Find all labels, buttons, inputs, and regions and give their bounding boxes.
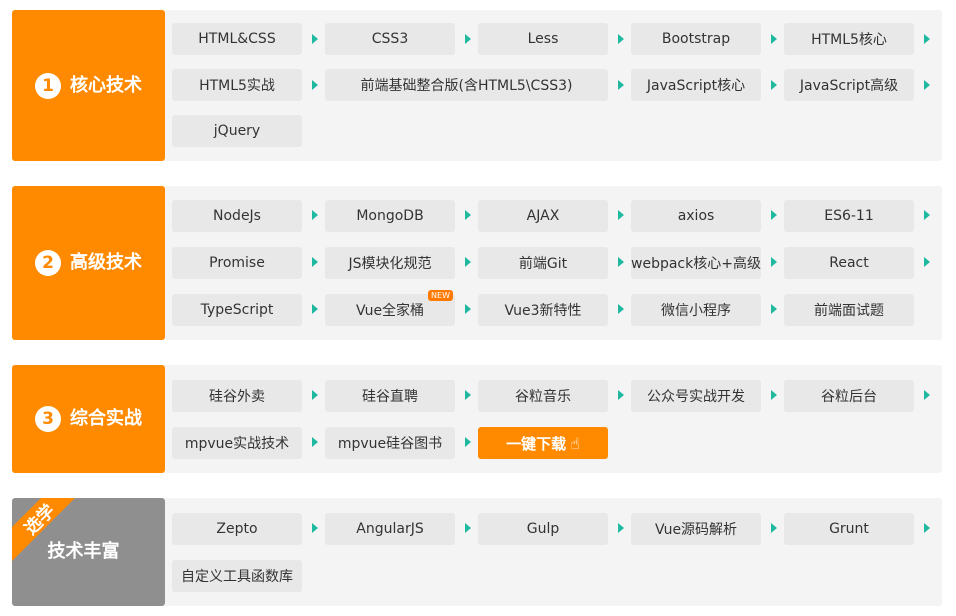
course-item[interactable]: webpack核心+高级 (631, 247, 761, 279)
triangle-right-icon (312, 257, 318, 267)
triangle-right-icon (771, 523, 777, 533)
triangle-right-icon (618, 523, 624, 533)
triangle-right-icon (771, 210, 777, 220)
triangle-right-icon (618, 34, 624, 44)
section-core: 1 核心技术 HTML&CSS CSS3 Less Bootstrap HTML… (12, 10, 942, 161)
course-item[interactable]: 微信小程序 (631, 294, 761, 326)
triangle-right-icon (312, 80, 318, 90)
section-number-badge: 3 (35, 406, 61, 432)
triangle-right-icon (312, 34, 318, 44)
triangle-right-icon (618, 257, 624, 267)
section-title: 核心技术 (70, 74, 142, 96)
course-item[interactable]: HTML&CSS (172, 23, 302, 55)
course-item[interactable]: Less (478, 23, 608, 55)
course-item[interactable]: React (784, 247, 914, 279)
triangle-right-icon (924, 210, 930, 220)
section-number-badge: 2 (35, 250, 61, 276)
course-item[interactable]: JavaScript核心 (631, 69, 761, 101)
course-item[interactable]: 前端面试题 (784, 294, 914, 326)
course-item[interactable]: axios (631, 200, 761, 232)
course-item[interactable]: TypeScript (172, 294, 302, 326)
course-item[interactable]: Zepto (172, 513, 302, 545)
triangle-right-icon (465, 390, 471, 400)
triangle-right-icon (618, 80, 624, 90)
course-item[interactable]: HTML5核心 (784, 23, 914, 55)
course-item[interactable]: 硅谷直聘 (325, 380, 455, 412)
triangle-right-icon (312, 390, 318, 400)
course-item[interactable]: Promise (172, 247, 302, 279)
triangle-right-icon (465, 523, 471, 533)
section-advanced-label: 2 高级技术 (12, 186, 165, 340)
triangle-right-icon (465, 257, 471, 267)
triangle-right-icon (465, 437, 471, 447)
section-title: 综合实战 (70, 408, 142, 429)
triangle-right-icon (465, 34, 471, 44)
course-item[interactable]: JS模块化规范 (325, 247, 455, 279)
triangle-right-icon (771, 34, 777, 44)
triangle-right-icon (771, 80, 777, 90)
download-button[interactable]: 一键下载 ☝ (478, 427, 608, 459)
course-item[interactable]: Bootstrap (631, 23, 761, 55)
course-item[interactable]: Gulp (478, 513, 608, 545)
course-item[interactable]: AJAX (478, 200, 608, 232)
course-item[interactable]: Vue3新特性 (478, 294, 608, 326)
course-item[interactable]: CSS3 (325, 23, 455, 55)
triangle-right-icon (312, 210, 318, 220)
triangle-right-icon (618, 304, 624, 314)
triangle-right-icon (771, 304, 777, 314)
course-item[interactable]: mpvue实战技术 (172, 427, 302, 459)
new-badge: NEW (428, 290, 453, 301)
course-item[interactable]: 公众号实战开发 (631, 380, 761, 412)
section-practice-label: 3 综合实战 (12, 365, 165, 473)
triangle-right-icon (924, 80, 930, 90)
triangle-right-icon (312, 304, 318, 314)
course-item[interactable]: AngularJS (325, 513, 455, 545)
course-item[interactable]: NodeJs (172, 200, 302, 232)
triangle-right-icon (618, 390, 624, 400)
course-item[interactable]: 谷粒后台 (784, 380, 914, 412)
course-item[interactable]: 谷粒音乐 (478, 380, 608, 412)
course-item[interactable]: 前端基础整合版(含HTML5\CSS3) (325, 69, 608, 101)
section-title: 技术丰富 (47, 541, 120, 562)
download-button-label: 一键下载 (506, 434, 567, 453)
course-item-with-badge[interactable]: Vue全家桶 NEW (325, 290, 455, 326)
section-elective: 选学 技术丰富 Zepto AngularJS Gulp Vue源码解析 Gru… (12, 498, 942, 606)
triangle-right-icon (924, 390, 930, 400)
triangle-right-icon (771, 257, 777, 267)
course-item-label: Vue全家桶 (355, 303, 425, 319)
course-item[interactable]: 自定义工具函数库 (172, 560, 302, 592)
course-item[interactable]: mpvue硅谷图书 (325, 427, 455, 459)
course-item[interactable]: ES6-11 (784, 200, 914, 232)
section-advanced: 2 高级技术 NodeJs MongoDB AJAX axios ES6-11 … (12, 186, 942, 340)
course-item[interactable]: MongoDB (325, 200, 455, 232)
course-item[interactable]: JavaScript高级 (784, 69, 914, 101)
triangle-right-icon (465, 304, 471, 314)
triangle-right-icon (924, 34, 930, 44)
section-title: 高级技术 (70, 252, 142, 273)
course-item[interactable]: jQuery (172, 115, 302, 147)
triangle-right-icon (618, 210, 624, 220)
hand-pointer-icon: ☝ (570, 433, 580, 453)
section-number-badge: 1 (35, 72, 61, 99)
section-practice: 3 综合实战 硅谷外卖 硅谷直聘 谷粒音乐 公众号实战开发 谷粒后台 mpvue… (12, 365, 942, 473)
course-item[interactable]: 硅谷外卖 (172, 380, 302, 412)
triangle-right-icon (312, 523, 318, 533)
section-core-label: 1 核心技术 (12, 10, 165, 161)
triangle-right-icon (771, 390, 777, 400)
triangle-right-icon (924, 257, 930, 267)
course-item[interactable]: Vue源码解析 (631, 513, 761, 545)
triangle-right-icon (924, 523, 930, 533)
triangle-right-icon (312, 437, 318, 447)
course-item[interactable]: Grunt (784, 513, 914, 545)
course-item[interactable]: 前端Git (478, 247, 608, 279)
triangle-right-icon (465, 210, 471, 220)
section-elective-label: 选学 技术丰富 (12, 498, 165, 606)
course-item[interactable]: HTML5实战 (172, 69, 302, 101)
